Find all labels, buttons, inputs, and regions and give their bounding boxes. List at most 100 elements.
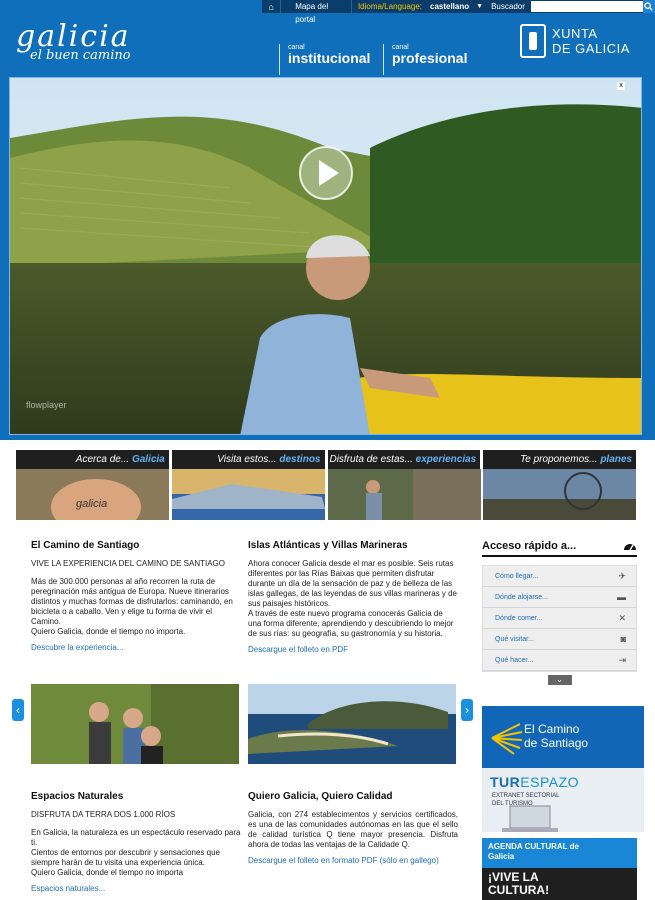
- canal-big-label: profesional: [392, 50, 468, 66]
- category-experiencias[interactable]: Disfruta de estas... experiencias: [327, 450, 481, 520]
- video-frame: [10, 78, 641, 434]
- top-utility-bar: ⌂ Mapa del portal Idioma/Language: caste…: [262, 0, 655, 24]
- article-body-2: Cientos de entornos por descubrir y sens…: [31, 848, 220, 867]
- article-title[interactable]: Quiero Galicia, Quiero Calidad: [248, 792, 458, 802]
- quick-access-label: Qué hacer...: [495, 656, 534, 664]
- tur-prefix: TUR: [490, 774, 521, 790]
- xunta-line1: XUNTA: [552, 26, 598, 41]
- category-planes[interactable]: Te proponemos... planes: [483, 450, 637, 520]
- video-stage: x flowplayer: [0, 75, 655, 440]
- scallop-shell-icon: [491, 723, 523, 755]
- quick-access-list: Cómo llegar... ✈ Dónde alojarse... ▬ Dónde…: [482, 565, 637, 672]
- search-input[interactable]: [530, 1, 643, 12]
- site-map-link[interactable]: Mapa del portal: [281, 0, 352, 24]
- canal-big-label: institucional: [288, 50, 371, 66]
- cultura-line2: CULTURA!: [488, 883, 550, 897]
- camino-santiago-banner[interactable]: El Camino de Santiago: [482, 706, 644, 768]
- article-title[interactable]: Islas Atlánticas y Villas Marineras: [248, 541, 458, 551]
- category-galicia[interactable]: Acerca de... Galicia galicia: [16, 450, 169, 520]
- category-image: [171, 469, 325, 520]
- category-image: [483, 469, 637, 520]
- quick-access-item-visitar[interactable]: Qué visitar... ◙: [483, 629, 636, 650]
- turespazo-banner[interactable]: TURESPAZO EXTRANET SECTORIAL DEL TURISMO: [482, 768, 644, 832]
- category-strip: Acerca de... Galicia galicia Visita esto…: [16, 450, 637, 520]
- carousel-next-button[interactable]: ›: [461, 699, 473, 721]
- article-body-2: Quiero Galicia, donde el tiempo no impor…: [31, 627, 186, 636]
- article-link[interactable]: Espacios naturales...: [31, 884, 241, 894]
- quick-access-item-hacer[interactable]: Qué hacer... ⇥: [483, 650, 636, 671]
- canal-institucional-link[interactable]: canal institucional: [279, 44, 370, 75]
- article-title[interactable]: El Camino de Santiago: [31, 541, 241, 551]
- quick-access-label: Dónde comer...: [495, 614, 543, 622]
- carousel-prev-button[interactable]: ‹: [12, 699, 24, 721]
- plane-icon: ✈: [618, 570, 626, 581]
- category-highlight: experiencias: [415, 454, 477, 465]
- category-image: [327, 469, 481, 520]
- quick-access-label: Dónde alojarse...: [495, 593, 548, 601]
- article-link[interactable]: Descubre la experiencia...: [31, 643, 241, 653]
- quick-access-label: Cómo llegar...: [495, 572, 539, 580]
- category-highlight: destinos: [279, 454, 321, 465]
- islands-photo[interactable]: [248, 684, 456, 764]
- search-icon: [644, 2, 654, 11]
- galicia-logo[interactable]: galicia el buen camino: [16, 22, 131, 64]
- islands-image: [248, 684, 456, 764]
- flowplayer-watermark: flowplayer: [26, 400, 67, 410]
- category-prefix: Acerca de...: [75, 454, 130, 465]
- category-prefix: Te proponemos...: [520, 454, 598, 465]
- chevron-down-icon[interactable]: ⌄: [547, 675, 572, 685]
- tur-sub1: EXTRANET SECTORIAL: [492, 793, 560, 799]
- article-body-3: Quiero Galicia, donde el tiempo no impor…: [31, 868, 184, 877]
- quick-access-label: Qué visitar...: [495, 635, 534, 643]
- article-link[interactable]: Descargue el folleto en formato PDF (sól…: [248, 856, 458, 866]
- agenda-cultural-banner[interactable]: AGENDA CULTURAL de Galicia ¡VIVE LA CULT…: [482, 838, 637, 900]
- chevron-down-icon[interactable]: ▼: [469, 3, 483, 10]
- quick-access-title: Acceso rápido a...: [482, 540, 577, 552]
- category-highlight: Galicia: [131, 454, 165, 465]
- language-select[interactable]: castellano: [422, 2, 469, 11]
- search-label: Buscador: [491, 2, 525, 11]
- home-icon[interactable]: ⌂: [262, 0, 282, 13]
- article-body: Ahora conocer Galicia desde el mar es po…: [248, 559, 457, 608]
- article-body-2: A través de este nuevo programa conocerá…: [248, 609, 454, 638]
- video-player[interactable]: x flowplayer: [9, 77, 642, 435]
- camino-line1: El Camino: [524, 722, 580, 736]
- pilgrims-photo[interactable]: [31, 684, 239, 764]
- cutlery-icon: ✕: [618, 612, 626, 623]
- xunta-logo[interactable]: XUNTA DE GALICIA: [520, 24, 630, 58]
- quick-access-item-comer[interactable]: Dónde comer... ✕: [483, 608, 636, 629]
- agenda-line1: AGENDA CULTURAL de: [488, 842, 579, 851]
- article-body: En Galicia, la naturaleza es un espectác…: [31, 828, 241, 847]
- camera-icon: ◙: [620, 634, 626, 644]
- close-icon[interactable]: x: [617, 82, 625, 90]
- svg-text:galicia: galicia: [76, 498, 107, 510]
- signpost-icon: ⇥: [618, 654, 626, 665]
- article-camino: El Camino de Santiago VIVE LA EXPERIENCI…: [31, 541, 241, 653]
- site-header: ⌂ Mapa del portal Idioma/Language: caste…: [0, 0, 655, 75]
- category-prefix: Disfruta de estas...: [329, 454, 413, 465]
- search-button[interactable]: [642, 0, 655, 13]
- agenda-line2: Galicia: [488, 852, 515, 861]
- camino-line2: de Santiago: [524, 736, 589, 750]
- article-body: Galicia, con 274 establecimentos y servi…: [248, 810, 458, 849]
- pilgrims-image: [31, 684, 239, 764]
- category-destinos[interactable]: Visita estos... destinos: [171, 450, 325, 520]
- logo-tagline: el buen camino: [30, 48, 131, 63]
- category-image: galicia: [16, 469, 169, 520]
- category-prefix: Visita estos...: [217, 454, 277, 465]
- xunta-line2: DE GALICIA: [552, 41, 630, 56]
- article-subtitle: VIVE LA EXPERIENCIA DEL CAMINO DE SANTIA…: [31, 559, 225, 568]
- bed-icon: ▬: [617, 592, 626, 602]
- category-highlight: planes: [600, 454, 632, 465]
- article-link[interactable]: Descargue el folleto en PDF: [248, 645, 458, 655]
- article-subtitle: DISFRUTA DA TERRA DOS 1.000 RÍOS: [31, 810, 176, 819]
- article-body: Más de 300.000 personas al año recorren …: [31, 577, 233, 626]
- article-islas: Islas Atlánticas y Villas Marineras Ahor…: [248, 541, 458, 655]
- quick-access-item-alojarse[interactable]: Dónde alojarse... ▬: [483, 587, 636, 608]
- canal-profesional-link[interactable]: canal profesional: [383, 44, 467, 75]
- laptop-icon: [502, 805, 558, 832]
- quick-access-item-llegar[interactable]: Cómo llegar... ✈: [483, 566, 636, 587]
- article-calidad: Quiero Galicia, Quiero Calidad Galicia, …: [248, 792, 458, 866]
- speedometer-icon: [624, 544, 636, 551]
- article-title[interactable]: Espacios Naturales: [31, 792, 241, 802]
